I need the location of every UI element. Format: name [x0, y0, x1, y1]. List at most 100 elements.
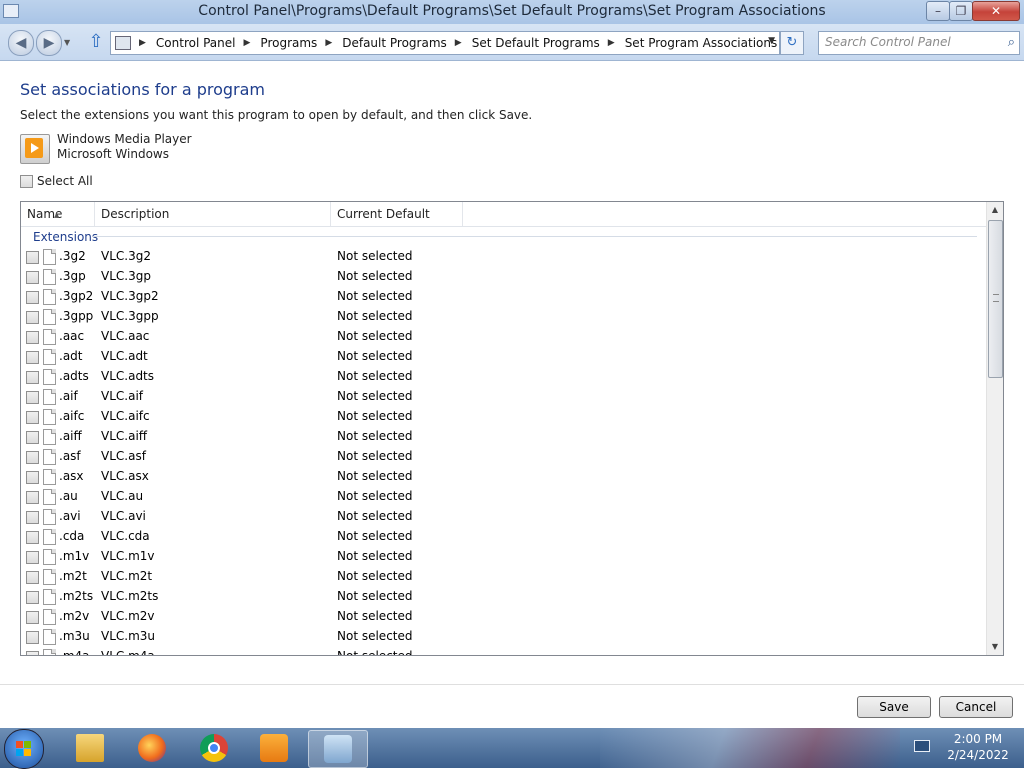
breadcrumb-control-panel[interactable]: Control Panel [148, 36, 242, 50]
list-item[interactable]: .3g2 VLC.3g2 Not selected [21, 248, 987, 268]
start-button[interactable] [4, 729, 44, 769]
list-item[interactable]: .aifc VLC.aifc Not selected [21, 408, 987, 428]
list-item[interactable]: .3gp VLC.3gp Not selected [21, 268, 987, 288]
list-item[interactable]: .m3u VLC.m3u Not selected [21, 628, 987, 648]
row-checkbox[interactable] [26, 431, 39, 444]
scrollbar-thumb[interactable] [988, 220, 1003, 378]
file-icon [43, 409, 56, 425]
taskbar-explorer-button[interactable] [64, 730, 116, 766]
address-bar[interactable]: ▶ Control Panel ▶ Programs ▶ Default Pro… [110, 31, 780, 55]
row-checkbox[interactable] [26, 631, 39, 644]
taskbar-control-panel-button[interactable] [308, 730, 368, 768]
list-item[interactable]: .adts VLC.adts Not selected [21, 368, 987, 388]
breadcrumb-separator-icon[interactable]: ▶ [606, 38, 617, 48]
list-item[interactable]: .3gp2 VLC.3gp2 Not selected [21, 288, 987, 308]
row-checkbox[interactable] [26, 611, 39, 624]
extension-name: .3gp2 [59, 289, 94, 303]
breadcrumb-separator-icon[interactable]: ▶ [137, 38, 148, 48]
column-header-name[interactable]: Name ▲ [21, 202, 95, 226]
file-icon [43, 489, 56, 505]
row-checkbox[interactable] [26, 451, 39, 464]
vertical-scrollbar[interactable]: ▲ ▼ [986, 202, 1003, 655]
up-level-button[interactable]: ⇧ [86, 31, 106, 53]
row-checkbox[interactable] [26, 271, 39, 284]
checkbox-icon[interactable] [20, 174, 33, 188]
breadcrumb-set-program-associations[interactable]: Set Program Associations [617, 36, 784, 50]
row-checkbox[interactable] [26, 551, 39, 564]
taskbar-firefox-button[interactable] [126, 730, 178, 766]
forward-button[interactable]: ▶ [36, 30, 62, 56]
window-title: Control Panel\Programs\Default Programs\… [198, 3, 826, 19]
taskbar: 2:00 PM 2/24/2022 [0, 728, 1024, 769]
breadcrumb-separator-icon[interactable]: ▶ [453, 38, 464, 48]
current-default: Not selected [337, 589, 413, 603]
list-item[interactable]: .m4a VLC.m4a Not selected [21, 648, 987, 655]
list-item[interactable]: .m2t VLC.m2t Not selected [21, 568, 987, 588]
breadcrumb-separator-icon[interactable]: ▶ [242, 38, 253, 48]
breadcrumb-programs[interactable]: Programs [252, 36, 323, 50]
row-checkbox[interactable] [26, 251, 39, 264]
minimize-button[interactable]: – [926, 1, 950, 21]
file-icon [43, 469, 56, 485]
column-header-current-default[interactable]: Current Default [331, 202, 463, 226]
row-checkbox[interactable] [26, 391, 39, 404]
row-checkbox[interactable] [26, 331, 39, 344]
close-button[interactable]: ✕ [972, 1, 1020, 21]
row-checkbox[interactable] [26, 531, 39, 544]
refresh-button[interactable]: ↻ [780, 31, 804, 55]
row-checkbox[interactable] [26, 351, 39, 364]
scroll-up-arrow-icon[interactable]: ▲ [987, 202, 1003, 218]
list-item[interactable]: .m2ts VLC.m2ts Not selected [21, 588, 987, 608]
maximize-button[interactable]: ❐ [949, 1, 973, 21]
list-item[interactable]: .m1v VLC.m1v Not selected [21, 548, 987, 568]
breadcrumb-set-default-programs[interactable]: Set Default Programs [464, 36, 606, 50]
save-button[interactable]: Save [857, 696, 931, 718]
address-dropdown-icon[interactable]: ▼ [768, 36, 775, 46]
row-checkbox[interactable] [26, 371, 39, 384]
list-item[interactable]: .cda VLC.cda Not selected [21, 528, 987, 548]
extension-description: VLC.au [101, 489, 144, 503]
row-checkbox[interactable] [26, 571, 39, 584]
list-item[interactable]: .asx VLC.asx Not selected [21, 468, 987, 488]
row-checkbox[interactable] [26, 651, 39, 655]
list-item[interactable]: .adt VLC.adt Not selected [21, 348, 987, 368]
list-item[interactable]: .asf VLC.asf Not selected [21, 448, 987, 468]
row-checkbox[interactable] [26, 311, 39, 324]
cancel-button[interactable]: Cancel [939, 696, 1013, 718]
back-button[interactable]: ◀ [8, 30, 34, 56]
taskbar-media-player-button[interactable] [248, 730, 300, 766]
row-checkbox[interactable] [26, 511, 39, 524]
current-default: Not selected [337, 369, 413, 383]
row-checkbox[interactable] [26, 591, 39, 604]
select-all-checkbox[interactable]: Select All [20, 174, 93, 188]
extension-description: VLC.3g2 [101, 249, 151, 263]
group-header-extensions[interactable]: Extensions [33, 230, 98, 244]
system-clock[interactable]: 2:00 PM 2/24/2022 [938, 731, 1018, 763]
list-item[interactable]: .aif VLC.aif Not selected [21, 388, 987, 408]
network-icon[interactable] [912, 738, 932, 756]
search-box[interactable]: ⌕ [818, 31, 1020, 55]
file-icon [43, 269, 56, 285]
search-input[interactable] [825, 34, 993, 50]
list-item[interactable]: .aac VLC.aac Not selected [21, 328, 987, 348]
list-item[interactable]: .aiff VLC.aiff Not selected [21, 428, 987, 448]
taskbar-chrome-button[interactable] [188, 730, 240, 766]
breadcrumb-default-programs[interactable]: Default Programs [334, 36, 453, 50]
recent-pages-dropdown-icon[interactable]: ▼ [64, 38, 70, 47]
breadcrumb-separator-icon[interactable]: ▶ [323, 38, 334, 48]
row-checkbox[interactable] [26, 491, 39, 504]
row-checkbox[interactable] [26, 291, 39, 304]
list-item[interactable]: .3gpp VLC.3gpp Not selected [21, 308, 987, 328]
extension-description: VLC.m2ts [101, 589, 159, 603]
select-all-label[interactable]: Select All [37, 174, 93, 188]
list-item[interactable]: .au VLC.au Not selected [21, 488, 987, 508]
column-header-description[interactable]: Description [95, 202, 331, 226]
row-checkbox[interactable] [26, 471, 39, 484]
scroll-down-arrow-icon[interactable]: ▼ [987, 639, 1003, 655]
list-item[interactable]: .avi VLC.avi Not selected [21, 508, 987, 528]
search-icon[interactable]: ⌕ [1008, 35, 1015, 50]
current-default: Not selected [337, 469, 413, 483]
list-item[interactable]: .m2v VLC.m2v Not selected [21, 608, 987, 628]
row-checkbox[interactable] [26, 411, 39, 424]
extensions-list[interactable]: Name ▲ Description Current Default Extens… [20, 201, 1004, 656]
